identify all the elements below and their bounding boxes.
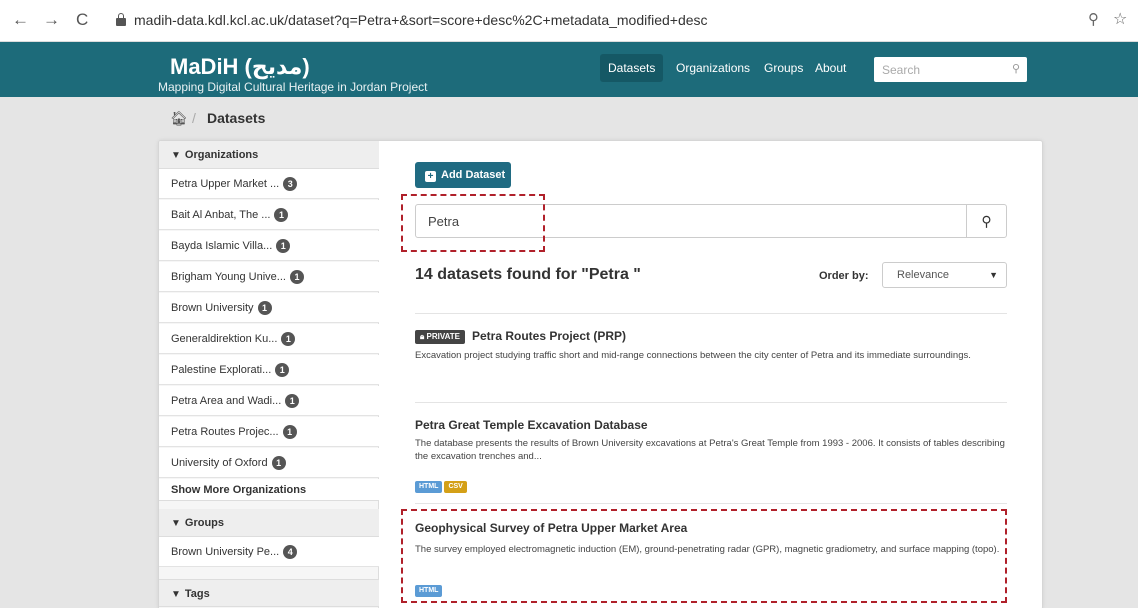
facet-org-item[interactable]: University of Oxford 1: [159, 448, 379, 478]
dataset-description: The survey employed electromagnetic indu…: [415, 544, 1000, 555]
zoom-icon[interactable]: ⚲: [1088, 10, 1099, 28]
bookmark-star-icon[interactable]: ☆: [1113, 9, 1127, 29]
count-badge: 1: [276, 239, 291, 254]
dataset-title[interactable]: Petra Great Temple Excavation Database: [415, 418, 648, 432]
home-icon[interactable]: 🏠︎: [170, 110, 188, 127]
forward-icon[interactable]: →: [43, 10, 60, 30]
caret-down-icon: ▼: [989, 270, 998, 280]
count-badge: 1: [271, 456, 286, 471]
reload-icon[interactable]: C: [76, 10, 88, 30]
facet-group-item[interactable]: Brown University Pe... 4: [159, 537, 379, 567]
lock-icon: [116, 13, 126, 26]
browser-toolbar: ← → C madih-data.kdl.kcl.ac.uk/dataset?q…: [0, 0, 1138, 42]
format-badges: HTML CSV: [415, 477, 469, 493]
filter-icon: ▼: [171, 150, 181, 161]
search-icon[interactable]: ⚲: [1012, 62, 1020, 75]
count-badge: 1: [275, 363, 290, 378]
order-by-label: Order by:: [819, 270, 869, 282]
divider: [415, 402, 1007, 403]
facet-org-item[interactable]: Petra Upper Market ... 3: [159, 169, 379, 199]
facet-org-item[interactable]: Brown University 1: [159, 293, 379, 323]
nav-datasets[interactable]: Datasets: [600, 54, 664, 82]
facet-org-item[interactable]: Petra Area and Wadi... 1: [159, 386, 379, 416]
site-search[interactable]: ⚲: [874, 57, 1027, 82]
format-badge-csv[interactable]: CSV: [444, 481, 467, 493]
plus-icon: +: [425, 171, 436, 182]
count-badge: 3: [283, 177, 298, 192]
address-bar[interactable]: madih-data.kdl.kcl.ac.uk/dataset?q=Petra…: [110, 6, 1080, 34]
format-badge-html[interactable]: HTML: [415, 585, 443, 597]
format-badge-html[interactable]: HTML: [415, 481, 443, 493]
count-badge: 1: [289, 270, 304, 285]
organizations-heading: ▼ Organizations: [159, 141, 379, 169]
add-dataset-button[interactable]: + Add Dataset: [415, 162, 511, 188]
facet-org-item[interactable]: Brigham Young Unive... 1: [159, 262, 379, 292]
facet-org-item[interactable]: Generaldirektion Ku... 1: [159, 324, 379, 354]
format-badges: HTML: [415, 581, 444, 597]
count-badge: 1: [274, 208, 289, 223]
nav-groups[interactable]: Groups: [756, 54, 811, 82]
facet-org-item[interactable]: Bayda Islamic Villa... 1: [159, 231, 379, 261]
facet-org-item[interactable]: Petra Routes Projec... 1: [159, 417, 379, 447]
show-more-organizations-link[interactable]: Show More Organizations: [159, 479, 379, 501]
order-by-select[interactable]: Relevance ▼: [882, 262, 1007, 288]
private-badge: 🔒︎ PRIVATE: [415, 330, 465, 344]
site-subtitle: Mapping Digital Cultural Heritage in Jor…: [158, 80, 428, 94]
nav-organizations[interactable]: Organizations: [668, 54, 758, 82]
breadcrumb-current[interactable]: Datasets: [207, 110, 265, 126]
dataset-search[interactable]: ⚲: [415, 204, 1007, 238]
facet-org-item[interactable]: Bait Al Anbat, The ... 1: [159, 200, 379, 230]
count-badge: 1: [281, 332, 296, 347]
tags-heading: ▼ Tags: [159, 579, 379, 607]
dataset-description: Excavation project studying traffic shor…: [415, 350, 971, 361]
filter-icon: ▼: [171, 589, 181, 600]
groups-heading: ▼ Groups: [159, 509, 379, 537]
count-badge: 1: [257, 301, 272, 316]
divider: [415, 313, 1007, 314]
count-badge: 4: [283, 545, 298, 560]
site-title[interactable]: MaDiH (مديح): [170, 54, 310, 80]
dataset-title[interactable]: 🔒︎ PRIVATE Petra Routes Project (PRP): [415, 329, 626, 344]
search-icon: ⚲: [981, 213, 992, 229]
search-submit-button[interactable]: ⚲: [966, 205, 1006, 237]
url-text[interactable]: madih-data.kdl.kcl.ac.uk/dataset?q=Petra…: [134, 12, 708, 28]
count-badge: 1: [282, 425, 297, 440]
dataset-description: The database presents the results of Bro…: [415, 438, 1005, 462]
dataset-title[interactable]: Geophysical Survey of Petra Upper Market…: [415, 521, 687, 535]
results-count: 14 datasets found for "Petra ": [415, 266, 641, 283]
content-wrapper: ▼ Organizations Petra Upper Market ... 3 B…: [158, 140, 1043, 608]
site-search-input[interactable]: [874, 57, 1002, 82]
filter-icon: ▼: [171, 518, 181, 529]
nav-about[interactable]: About: [807, 54, 854, 82]
back-icon[interactable]: ←: [12, 10, 29, 30]
facet-sidebar: ▼ Organizations Petra Upper Market ... 3 B…: [159, 141, 379, 608]
site-masthead: MaDiH (مديح) Mapping Digital Cultural He…: [0, 42, 1138, 97]
divider: [415, 503, 1007, 504]
dataset-search-input[interactable]: [416, 205, 966, 237]
count-badge: 1: [285, 394, 300, 409]
facet-org-item[interactable]: Palestine Explorati... 1: [159, 355, 379, 385]
breadcrumb-separator: /: [192, 110, 196, 126]
